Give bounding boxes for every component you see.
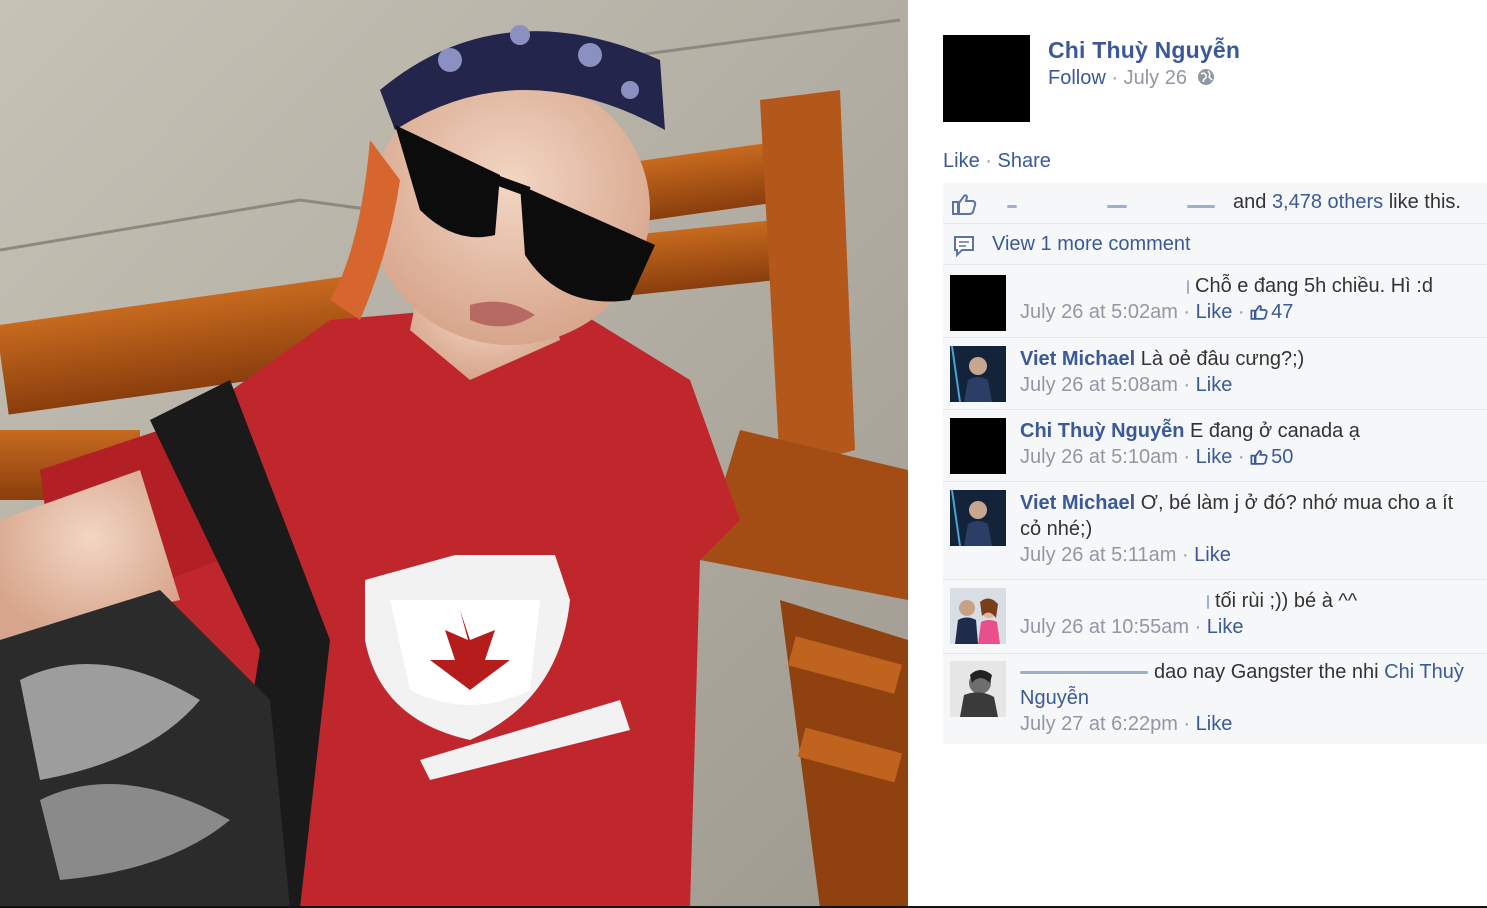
comment-content: Viet Michael Ơ, bé làm j ở đó? nhớ mua c…	[1020, 490, 1479, 568]
like-count-value: 50	[1271, 446, 1294, 468]
comment-text: Chi Thuỳ Nguyễn E đang ở canada ạ	[1020, 418, 1479, 444]
redacted-name	[1207, 594, 1209, 609]
comment-content: Chi Thuỳ Nguyễn E đang ở canada ạ July 2…	[1020, 418, 1479, 472]
like-button[interactable]: Like	[943, 150, 980, 172]
likes-summary: and 3,478 others like this.	[943, 183, 1487, 224]
commenter-avatar[interactable]	[950, 418, 1006, 474]
comment-item: tối rùi ;)) bé à ^^ July 26 at 10:55am ·…	[943, 580, 1487, 654]
comment-text-value: Chỗ e đang 5h chiều. Hì :d	[1195, 275, 1433, 297]
post-photo[interactable]	[0, 0, 908, 908]
post-meta: Follow · July 26	[1048, 67, 1215, 92]
comment-time[interactable]: July 27 at 6:22pm	[1020, 713, 1178, 735]
comment-content: tối rùi ;)) bé à ^^ July 26 at 10:55am ·…	[1020, 588, 1479, 640]
comment-text-value: E đang ở canada ạ	[1190, 420, 1360, 442]
photo-image	[0, 0, 908, 908]
comment-item: Chi Thuỳ Nguyễn E đang ở canada ạ July 2…	[943, 410, 1487, 482]
separator: ·	[985, 150, 992, 172]
comment-item: Viet Michael Là oẻ đâu cưng?;) July 26 a…	[943, 338, 1487, 410]
comment-meta: July 26 at 5:08am · Like	[1020, 374, 1233, 396]
globe-icon[interactable]	[1197, 68, 1215, 92]
commenter-name[interactable]: Viet Michael	[1020, 348, 1135, 370]
view-more-comments[interactable]: View 1 more comment	[943, 224, 1487, 265]
comment-bubble-icon	[953, 235, 979, 264]
comment-time[interactable]: July 26 at 5:11am	[1020, 544, 1176, 566]
comment-text-value: tối rùi ;)) bé à ^^	[1215, 590, 1358, 612]
comment-content: Chỗ e đang 5h chiều. Hì :d July 26 at 5:…	[1020, 273, 1479, 327]
comment-like-button[interactable]: Like	[1196, 374, 1233, 396]
comment-text: Viet Michael Ơ, bé làm j ở đó? nhớ mua c…	[1020, 490, 1479, 542]
follow-link[interactable]: Follow	[1048, 67, 1106, 89]
comment-item: dao nay Gangster the nhi Chi Thuỳ Nguyễn…	[943, 654, 1487, 744]
comment-item: Viet Michael Ơ, bé làm j ở đó? nhớ mua c…	[943, 482, 1487, 580]
like-count-value: 47	[1271, 301, 1294, 323]
commenter-avatar[interactable]	[950, 490, 1006, 546]
comment-meta: July 26 at 5:10am · Like · 50	[1020, 444, 1479, 472]
likes-count-link[interactable]: 3,478 others	[1272, 191, 1383, 213]
comment-text: Viet Michael Là oẻ đâu cưng?;)	[1020, 346, 1479, 372]
author-name[interactable]: Chi Thuỳ Nguyễn	[1048, 37, 1240, 64]
comment-like-button[interactable]: Like	[1196, 446, 1233, 468]
comment-like-count[interactable]: 50	[1250, 446, 1293, 468]
comment-time[interactable]: July 26 at 10:55am	[1020, 616, 1189, 638]
commenter-avatar[interactable]	[950, 346, 1006, 402]
author-avatar[interactable]	[943, 35, 1030, 122]
comment-content: Viet Michael Là oẻ đâu cưng?;) July 26 a…	[1020, 346, 1479, 398]
commenter-name[interactable]: Chi Thuỳ Nguyễn	[1020, 420, 1184, 442]
comment-like-button[interactable]: Like	[1207, 616, 1244, 638]
post-panel: Chi Thuỳ Nguyễn Follow · July 26 Like · …	[908, 0, 1487, 906]
comment-like-button[interactable]: Like	[1194, 544, 1231, 566]
comment-meta: July 26 at 5:11am · Like	[1020, 544, 1231, 566]
commenter-avatar[interactable]	[950, 275, 1006, 331]
feedback-box: and 3,478 others like this. View 1 more …	[943, 183, 1487, 744]
commenter-name[interactable]: Viet Michael	[1020, 492, 1135, 514]
comment-meta: July 27 at 6:22pm · Like	[1020, 713, 1233, 735]
comment-text: dao nay Gangster the nhi Chi Thuỳ Nguyễn	[1020, 659, 1479, 711]
comment-text: tối rùi ;)) bé à ^^	[1020, 588, 1479, 614]
view-more-label[interactable]: View 1 more comment	[992, 233, 1191, 256]
comment-text-value: dao nay Gangster the nhi	[1154, 661, 1379, 683]
redacted-name	[1187, 279, 1189, 294]
commenter-avatar[interactable]	[950, 588, 1006, 644]
comment-item: Chỗ e đang 5h chiều. Hì :d July 26 at 5:…	[943, 265, 1487, 338]
thumbs-up-icon	[951, 193, 977, 220]
comment-time[interactable]: July 26 at 5:08am	[1020, 374, 1178, 396]
post-date[interactable]: July 26	[1124, 67, 1187, 89]
comment-text-value: Là oẻ đâu cưng?;)	[1140, 348, 1305, 370]
redacted-name	[1020, 671, 1148, 675]
share-button[interactable]: Share	[998, 150, 1051, 172]
commenter-avatar[interactable]	[950, 661, 1006, 717]
likes-suffix: like this.	[1388, 191, 1461, 213]
comment-like-count[interactable]: 47	[1250, 301, 1293, 323]
comment-time[interactable]: July 26 at 5:10am	[1020, 446, 1178, 468]
comment-meta: July 26 at 10:55am · Like	[1020, 616, 1244, 638]
comment-like-button[interactable]: Like	[1196, 301, 1233, 323]
comment-content: dao nay Gangster the nhi Chi Thuỳ Nguyễn…	[1020, 659, 1479, 737]
likes-text: and 3,478 others like this.	[1233, 191, 1461, 214]
likes-and: and	[1233, 191, 1267, 213]
redacted-names	[987, 195, 1217, 209]
comment-time[interactable]: July 26 at 5:02am	[1020, 301, 1178, 323]
thumbs-up-icon	[1250, 446, 1268, 472]
separator: ·	[1111, 67, 1119, 89]
comment-meta: July 26 at 5:02am · Like · 47	[1020, 299, 1479, 327]
comment-text: Chỗ e đang 5h chiều. Hì :d	[1020, 273, 1479, 299]
comment-like-button[interactable]: Like	[1196, 713, 1233, 735]
thumbs-up-icon	[1250, 301, 1268, 327]
post-actions: Like · Share	[943, 150, 1051, 173]
